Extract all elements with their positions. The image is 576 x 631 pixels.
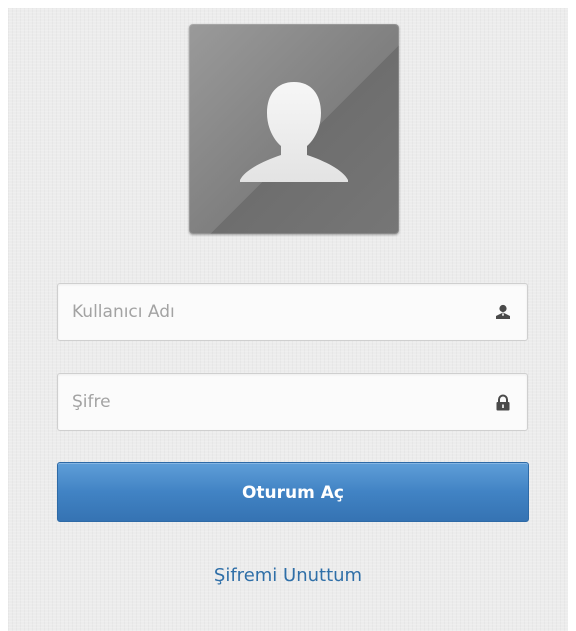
username-input[interactable] <box>72 284 472 340</box>
password-input[interactable] <box>72 374 472 430</box>
avatar <box>189 24 399 234</box>
username-field <box>57 283 528 341</box>
user-icon <box>496 304 510 319</box>
lock-icon <box>496 394 510 411</box>
login-button[interactable]: Oturum Aç <box>57 462 529 522</box>
password-field <box>57 373 528 431</box>
user-silhouette-icon <box>240 82 348 182</box>
forgot-password-link[interactable]: Şifremi Unuttum <box>0 565 576 586</box>
